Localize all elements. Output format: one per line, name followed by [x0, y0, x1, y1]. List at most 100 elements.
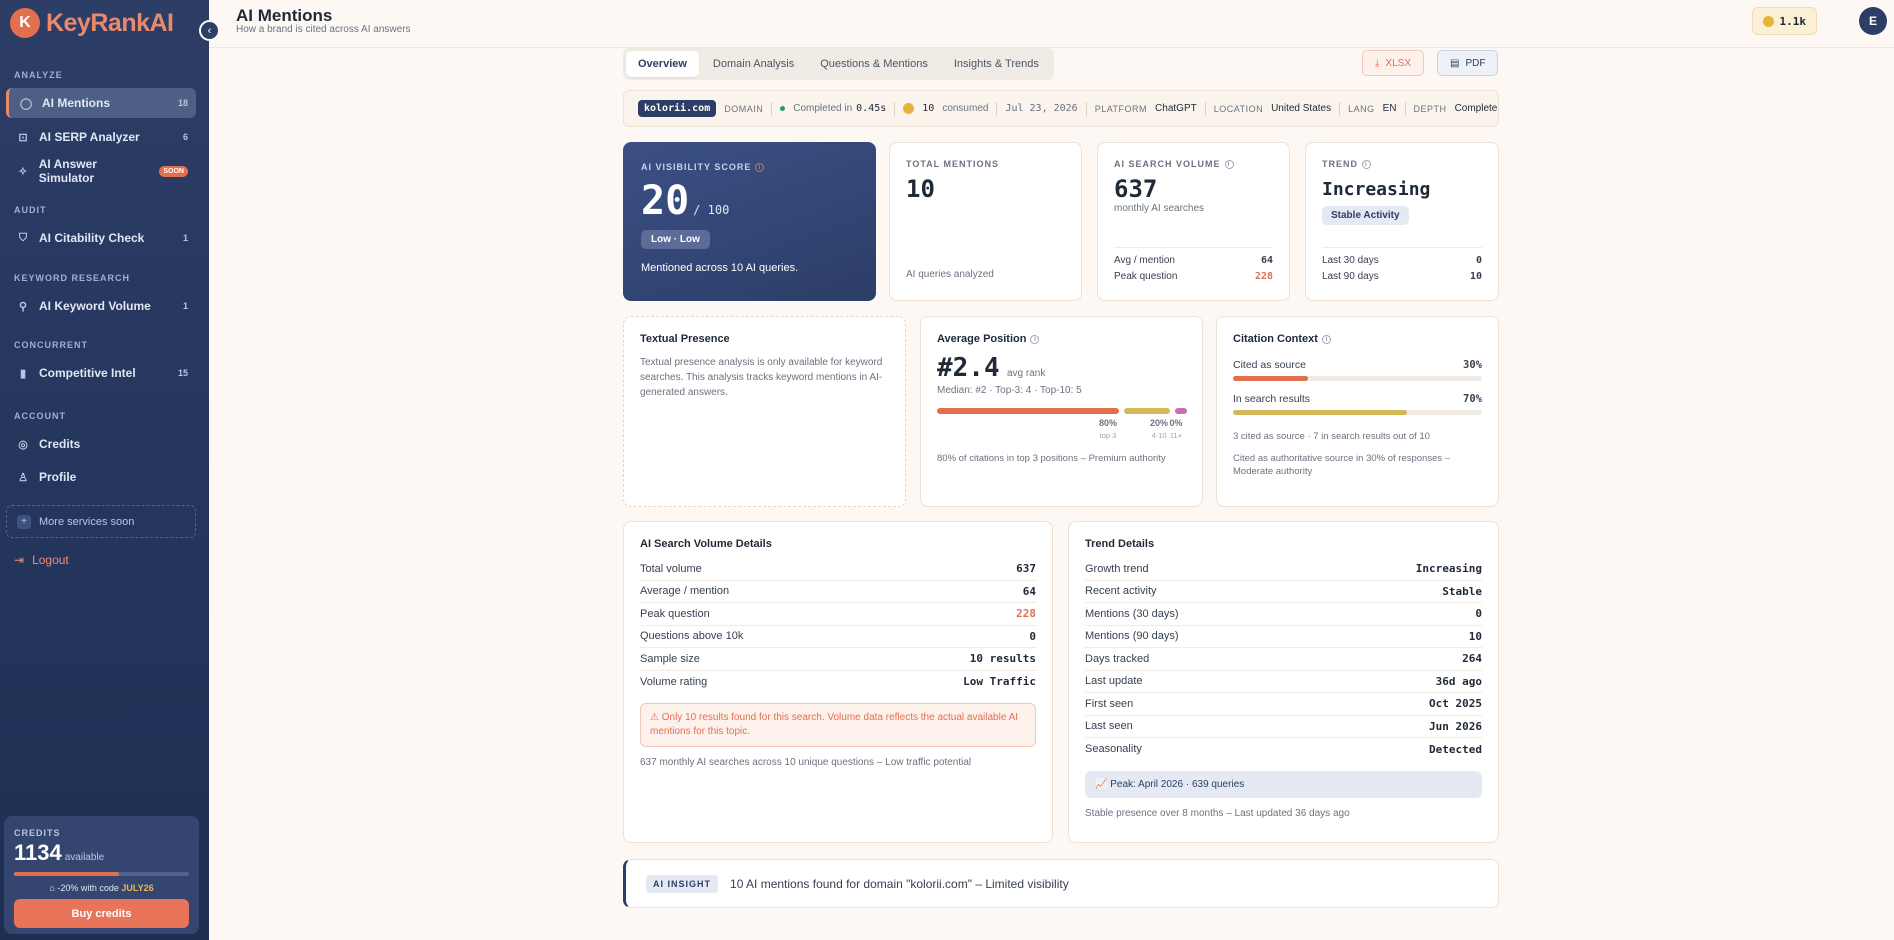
row-label: Recent activity	[1085, 585, 1157, 598]
scan-icon: ⊡	[18, 131, 28, 144]
export-pdf-button[interactable]: ▤ PDF	[1437, 50, 1499, 76]
search-volume-card: AI SEARCH VOLUME i 637 monthly AI searche…	[1097, 142, 1290, 301]
visibility-label-text: AI VISIBILITY SCORE	[641, 162, 752, 172]
promo-prefix: -20% with code	[57, 883, 119, 893]
search-volume-label-text: AI SEARCH VOLUME	[1114, 159, 1221, 169]
sidebar-item-ai-serp-analyzer[interactable]: ⊡ AI SERP Analyzer 6	[6, 122, 196, 152]
textual-presence-title: Textual Presence	[640, 333, 730, 345]
info-icon[interactable]: i	[755, 163, 765, 173]
section-analyze: ANALYZE	[14, 70, 63, 80]
total-mentions-value: 10	[906, 175, 935, 203]
row-label: Peak question	[640, 607, 710, 620]
table-row: Recent activity Stable	[1085, 581, 1482, 603]
last-30-row: Last 30 days 0	[1322, 255, 1482, 266]
row-label: Sample size	[640, 652, 700, 665]
row-value: 228	[1016, 607, 1036, 621]
tab-overview[interactable]: Overview	[626, 51, 699, 77]
cited-source-bar-fill	[1233, 376, 1308, 381]
average-position-title-text: Average Position	[937, 333, 1027, 345]
tab-insights-trends[interactable]: Insights & Trends	[942, 51, 1051, 77]
sidebar-item-credits[interactable]: ◎ Credits	[6, 429, 196, 459]
meta-bar: kolorii.com DOMAIN Completed in 0.45s 10…	[623, 90, 1499, 127]
export-xlsx-button[interactable]: ⤓ XLSX	[1362, 50, 1424, 76]
textual-presence-text: Textual presence analysis is only availa…	[640, 357, 883, 398]
logout-button[interactable]: ⇥ Logout	[14, 553, 69, 567]
table-row: Seasonality Detected	[1085, 738, 1482, 761]
sidebar-item-ai-citability-check[interactable]: ⛉ AI Citability Check 1	[6, 223, 196, 253]
sidebar-item-ai-mentions[interactable]: ◯ AI Mentions 18	[6, 88, 196, 118]
row-value: 36d ago	[1435, 674, 1482, 688]
tab-domain-analysis[interactable]: Domain Analysis	[701, 51, 806, 77]
count-badge: 1	[182, 301, 188, 311]
export-xlsx-label: XLSX	[1385, 57, 1411, 69]
tab-questions-mentions[interactable]: Questions & Mentions	[808, 51, 940, 77]
coin-icon: ◎	[18, 438, 28, 451]
divider	[771, 101, 773, 116]
header: AI Mentions How a brand is cited across …	[209, 0, 1894, 48]
sidebar-item-label: AI Answer Simulator	[38, 157, 97, 185]
avatar[interactable]: E	[1859, 7, 1887, 35]
table-row: Questions above 10k 0	[640, 626, 1036, 648]
row-label: Questions above 10k	[640, 630, 744, 643]
visibility-label: AI VISIBILITY SCORE i	[641, 162, 858, 173]
sidebar-item-ai-answer-simulator[interactable]: ✧ AI Answer Simulator SOON	[6, 156, 196, 186]
platform-value: ChatGPT	[1155, 103, 1197, 114]
table-row: Last seen Jun 2026	[1085, 716, 1482, 738]
shield-icon: ⛉	[18, 231, 28, 244]
depth-value: Complete	[1454, 103, 1498, 114]
citation-context-card: Citation Context i Cited as source 30% In …	[1216, 316, 1499, 507]
count-badge: 15	[177, 368, 188, 378]
peak-question-row: Peak question 228	[1114, 271, 1273, 282]
position-segment	[937, 408, 1119, 414]
logo-text: KeyRankAI	[46, 8, 174, 37]
completed-prefix: Completed in	[793, 103, 853, 114]
sidebar-item-profile[interactable]: ♙ Profile	[6, 462, 196, 492]
lang-label: LANG	[1348, 103, 1375, 114]
avg-mention-label: Avg / mention	[1114, 255, 1175, 266]
section-concurrent: CONCURRENT	[14, 340, 88, 350]
last-30-label: Last 30 days	[1322, 255, 1379, 266]
search-volume-sub: monthly AI searches	[1114, 203, 1205, 215]
credits-progress	[14, 872, 189, 876]
page-subtitle: How a brand is cited across AI answers	[236, 24, 411, 35]
cited-source-bar	[1233, 376, 1482, 381]
status-dot-icon	[780, 106, 786, 111]
sidebar-item-ai-keyword-volume[interactable]: ⚲ AI Keyword Volume 1	[6, 291, 196, 321]
logout-label: Logout	[32, 553, 69, 567]
collapse-sidebar-button[interactable]: ‹	[199, 20, 220, 41]
volume-details-title: AI Search Volume Details	[640, 538, 772, 550]
trend-label-text: TREND	[1322, 159, 1358, 169]
row-label: Mentions (30 days)	[1085, 607, 1179, 620]
citation-context-title: Citation Context i	[1233, 333, 1482, 345]
divider	[1339, 101, 1341, 116]
logo[interactable]: K KeyRankAI	[10, 8, 174, 38]
info-icon[interactable]: i	[1224, 160, 1234, 170]
credits-pill[interactable]: 1.1k	[1751, 7, 1817, 35]
cited-source-row: Cited as source 30%	[1233, 359, 1482, 371]
platform-label: PLATFORM	[1094, 103, 1148, 114]
last-90-row: Last 90 days 10	[1322, 271, 1482, 282]
trend-kv: Last 30 days 0 Last 90 days 10	[1322, 247, 1482, 282]
bars-icon: ▮	[19, 367, 27, 380]
search-volume-value: 637	[1114, 175, 1158, 204]
trend-label: TREND i	[1322, 159, 1482, 170]
sidebar-item-competitive-intel[interactable]: ▮ Competitive Intel 15	[6, 358, 196, 388]
position-segment-range: top 3	[1099, 431, 1117, 440]
credits-pill-value: 1.1k	[1779, 14, 1807, 28]
credits-amount: 1134 available	[14, 840, 189, 866]
visibility-note: Mentioned across 10 AI queries.	[641, 262, 799, 275]
search-results-pct: 70%	[1463, 393, 1482, 405]
row-value: Low Traffic	[963, 675, 1036, 689]
table-row: Last update 36d ago	[1085, 671, 1482, 693]
info-icon[interactable]: i	[1321, 334, 1331, 344]
info-icon[interactable]: i	[1362, 160, 1371, 170]
insight-tag: AI INSIGHT	[646, 874, 719, 893]
average-position-value: #2.4	[937, 353, 1000, 383]
promo-code: JULY26	[121, 883, 154, 893]
coin-icon	[903, 103, 915, 114]
row-label: Average / mention	[640, 585, 730, 598]
info-icon[interactable]: i	[1030, 334, 1040, 344]
position-segment-label: 0% 11+	[1165, 418, 1187, 440]
buy-credits-button[interactable]: Buy credits	[14, 899, 189, 928]
visibility-score-card: AI VISIBILITY SCORE i 20/ 100 Low · Low M…	[623, 142, 876, 301]
